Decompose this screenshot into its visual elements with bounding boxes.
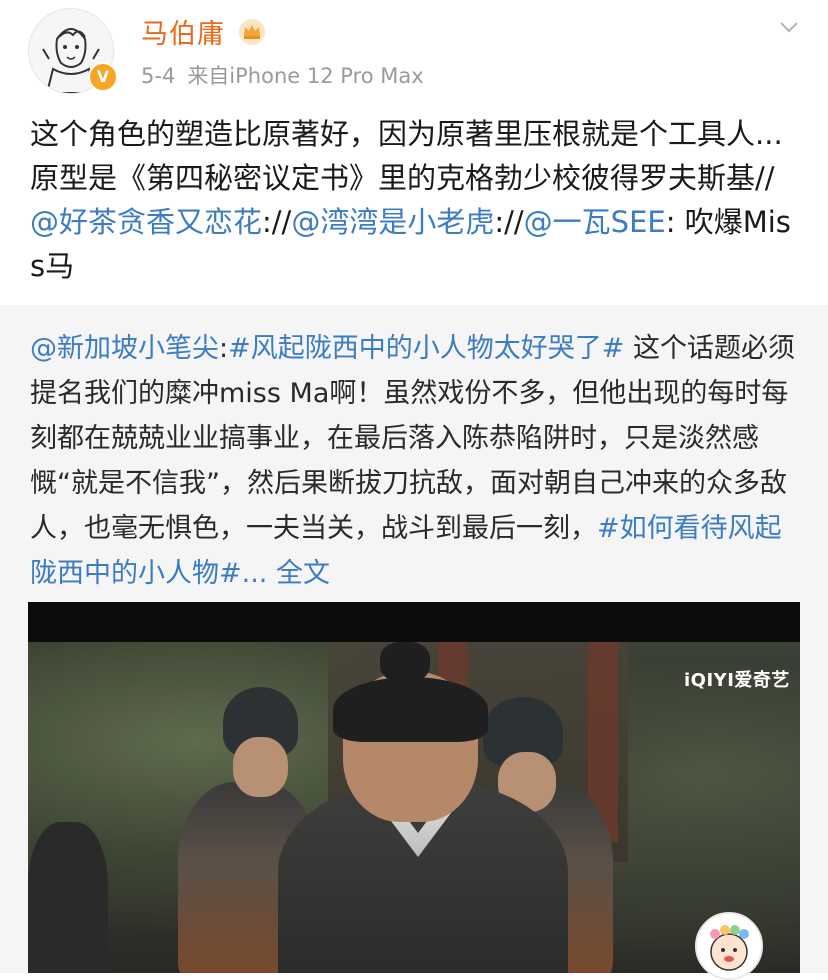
mention-link-1[interactable]: @好茶贪香又恋花	[30, 205, 262, 239]
mention-link-2[interactable]: @湾湾是小老虎	[291, 205, 494, 239]
post-meta: 5-4 来自iPhone 12 Pro Max	[141, 60, 424, 90]
post-body: 这个角色的塑造比原著好，因为原著里压根就是个工具人...原型是《第四秘密议定书》…	[30, 112, 800, 288]
post-date: 5-4	[141, 64, 176, 88]
video-thumbnail[interactable]: iQIYI爱奇艺	[28, 602, 800, 973]
read-more-link[interactable]: ... 全文	[242, 558, 330, 589]
chevron-down-icon[interactable]	[778, 16, 800, 38]
cartoon-avatar-sticker-icon	[695, 912, 763, 980]
verified-badge-icon: V	[88, 62, 118, 92]
repost-colon: :	[219, 333, 229, 364]
repost-card[interactable]: @新加坡小笔尖:#风起陇西中的小人物太好哭了# 这个话题必须提名我们的糜冲mis…	[0, 305, 828, 980]
hashtag-link-1[interactable]: #风起陇西中的小人物太好哭了#	[228, 333, 624, 364]
repost-body: @新加坡小笔尖:#风起陇西中的小人物太好哭了# 这个话题必须提名我们的糜冲mis…	[30, 326, 802, 596]
author-name[interactable]: 马伯庸	[141, 12, 225, 51]
gold-crown-icon	[239, 19, 265, 45]
iqiyi-watermark: iQIYI爱奇艺	[684, 670, 790, 691]
post-source: 来自iPhone 12 Pro Max	[187, 64, 424, 88]
post-text-2: ://	[262, 205, 292, 239]
post-text-3: ://	[494, 205, 524, 239]
post-header: V 马伯庸 5-4 来自iPhone 12 Pro Max	[0, 0, 828, 110]
post-text-1: 这个角色的塑造比原著好，因为原著里压根就是个工具人...原型是《第四秘密议定书》…	[30, 117, 783, 195]
repost-author-mention[interactable]: @新加坡小笔尖	[30, 333, 219, 364]
mention-link-3[interactable]: @一瓦SEE	[524, 205, 666, 239]
